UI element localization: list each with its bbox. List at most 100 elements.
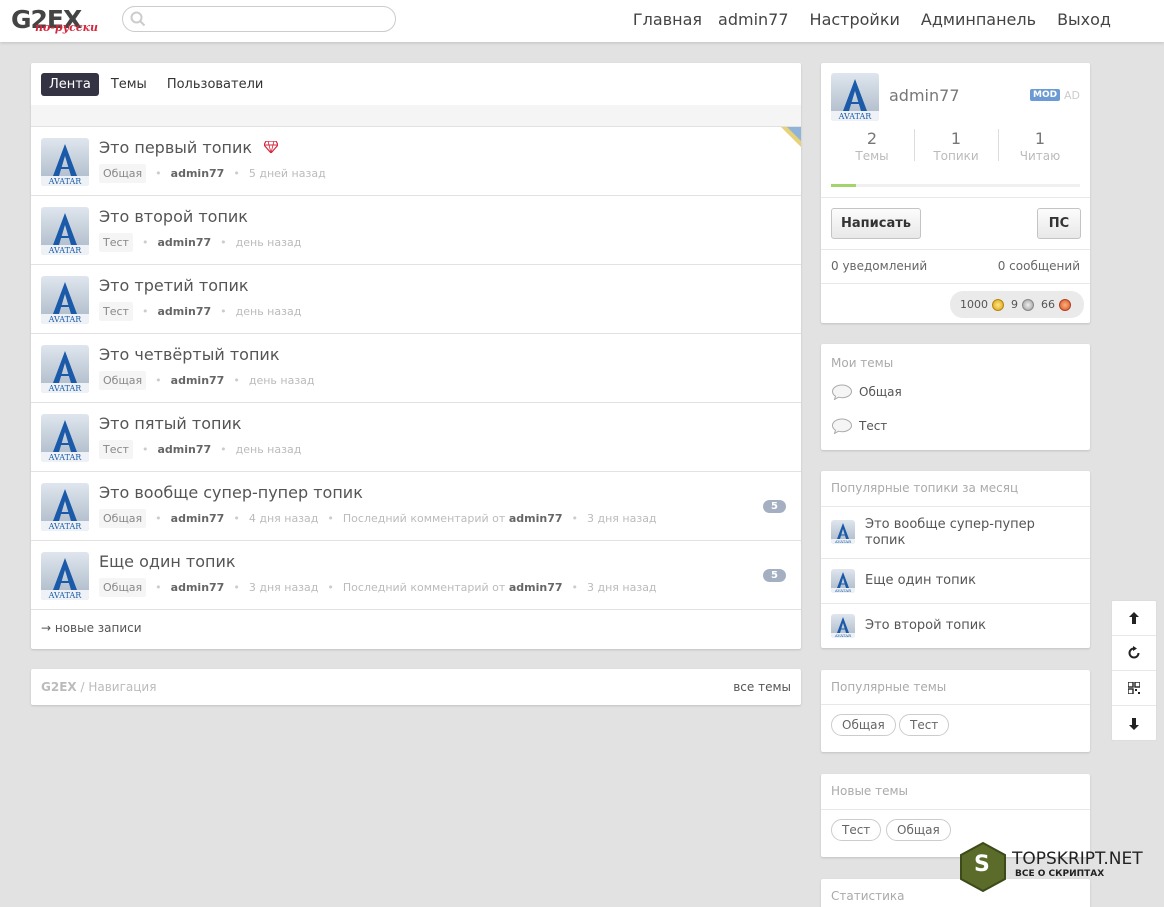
topic-title[interactable]: Это третий топик	[99, 276, 249, 295]
node-tag[interactable]: Тест	[831, 819, 882, 841]
last-reply-author[interactable]: admin77	[509, 512, 563, 525]
author-link[interactable]: admin77	[171, 374, 225, 387]
stat-label: Темы	[855, 149, 889, 163]
last-reply-label: Последний комментарий от	[342, 581, 506, 594]
write-button[interactable]: Написать	[831, 208, 921, 239]
author-avatar[interactable]: AVATAR	[41, 138, 89, 186]
node-tag[interactable]: Общая	[99, 509, 147, 528]
tab-nodes[interactable]: Темы	[103, 73, 155, 96]
author-link[interactable]: admin77	[171, 167, 225, 180]
scroll-bottom-button[interactable]	[1112, 706, 1156, 741]
watermark-text: TOPSKRIPT.NET	[1012, 849, 1143, 869]
stat-nodes[interactable]: 2 Темы	[830, 129, 914, 163]
nav-settings[interactable]: Настройки	[810, 10, 900, 29]
new-posts-link[interactable]: → новые записи	[41, 621, 142, 635]
tab-feed[interactable]: Лента	[41, 73, 99, 96]
watermark-sub: ВСЕ О СКРИПТАХ	[1015, 869, 1105, 879]
stat-value: 1	[1034, 129, 1046, 148]
nav-logout[interactable]: Выход	[1057, 10, 1111, 29]
search-box[interactable]	[122, 6, 396, 32]
popular-topic-item[interactable]: AVATAR Еще один топик	[821, 558, 1090, 603]
svg-text:AVATAR: AVATAR	[838, 112, 873, 121]
svg-text:AVATAR: AVATAR	[48, 246, 83, 255]
nav-profile[interactable]: admin77	[718, 10, 789, 29]
author-avatar[interactable]: AVATAR	[41, 414, 89, 462]
topic-title[interactable]: Еще один топик	[99, 552, 236, 571]
node-tag[interactable]: Общая	[886, 819, 951, 841]
popular-topic-item[interactable]: AVATAR Это второй топик	[821, 603, 1090, 648]
topic-row[interactable]: AVATAR Еще один топик Общая • admin77 • 3 дня …	[31, 541, 801, 610]
user-avatar[interactable]: AVATAR	[831, 73, 879, 121]
topic-row[interactable]: AVATAR Это четвёртый топик Общая • admin77 • д…	[31, 334, 801, 403]
refresh-icon	[1128, 646, 1140, 659]
node-tag[interactable]: Общая	[99, 578, 147, 597]
topic-row[interactable]: AVATAR Это первый топик Общая • admin77 • 5 дн…	[31, 127, 801, 196]
popular-topic-title[interactable]: Это второй топик	[865, 618, 986, 634]
topic-meta: Общая • admin77 • день назад	[99, 371, 315, 390]
refresh-button[interactable]	[1112, 636, 1156, 671]
author-avatar[interactable]: AVATAR	[41, 483, 89, 531]
my-node-item[interactable]: Тест	[831, 418, 887, 434]
search-input[interactable]	[151, 9, 387, 29]
author-link[interactable]: admin77	[157, 305, 211, 318]
widget-title: Новые темы	[831, 784, 909, 798]
tab-users[interactable]: Пользователи	[159, 73, 272, 96]
author-avatar[interactable]: AVATAR	[41, 552, 89, 600]
popular-topic-item[interactable]: AVATAR Это вообще супер-пупер топик	[821, 506, 1090, 558]
topic-title[interactable]: Это вообще супер-пупер топик	[99, 483, 363, 502]
last-reply-author[interactable]: admin77	[509, 581, 563, 594]
meta-separator: •	[141, 443, 149, 456]
topic-row[interactable]: AVATAR Это третий топик Тест • admin77 • день …	[31, 265, 801, 334]
balance[interactable]: 1000 9 66	[950, 291, 1084, 318]
logo[interactable]: G2EX по-русски	[11, 5, 107, 35]
stat-following[interactable]: 1 Читаю	[998, 129, 1082, 163]
topic-meta: Тест • admin77 • день назад	[99, 233, 301, 252]
topic-title[interactable]: Это второй топик	[99, 207, 248, 226]
meta-separator: •	[327, 512, 334, 525]
author-avatar[interactable]: AVATAR	[41, 207, 89, 255]
nav-sep: /	[76, 680, 89, 694]
popular-topic-title[interactable]: Это вообще супер-пупер топик	[865, 517, 1065, 549]
messages-link[interactable]: 0 сообщений	[998, 259, 1080, 273]
popular-topics-card: Популярные топики за месяц AVATAR Это во…	[821, 471, 1090, 648]
topic-row[interactable]: AVATAR Это пятый топик Тест • admin77 • день н…	[31, 403, 801, 472]
node-tag[interactable]: Общая	[99, 371, 147, 390]
svg-text:AVATAR: AVATAR	[48, 384, 83, 393]
nav-brand[interactable]: G2EX	[41, 680, 77, 694]
node-tag[interactable]: Тест	[99, 233, 133, 252]
author-link[interactable]: admin77	[171, 581, 225, 594]
node-tag[interactable]: Общая	[831, 714, 896, 736]
author-link[interactable]: admin77	[157, 443, 211, 456]
topic-title[interactable]: Это четвёртый топик	[99, 345, 279, 364]
node-tag[interactable]: Тест	[99, 440, 133, 459]
notifications-link[interactable]: 0 уведомлений	[831, 259, 927, 273]
popular-topic-title[interactable]: Еще один топик	[865, 573, 976, 589]
feed-tabs: Лента Темы Пользователи	[41, 73, 271, 96]
reply-count-badge[interactable]: 5	[763, 569, 786, 582]
meta-separator: •	[327, 581, 334, 594]
topic-row[interactable]: AVATAR Это вообще супер-пупер топик Общая •…	[31, 472, 801, 541]
nav-admin[interactable]: Админпанель	[921, 10, 1036, 29]
author-link[interactable]: admin77	[157, 236, 211, 249]
topic-meta: Тест • admin77 • день назад	[99, 440, 301, 459]
node-tag[interactable]: Тест	[899, 714, 950, 736]
scroll-top-button[interactable]	[1112, 601, 1156, 636]
author-avatar[interactable]: AVATAR	[41, 345, 89, 393]
bronze-amount: 66	[1041, 298, 1055, 311]
stat-topics[interactable]: 1 Топики	[914, 129, 998, 163]
profile-username[interactable]: admin77	[889, 86, 960, 105]
qr-code-button[interactable]	[1112, 671, 1156, 706]
all-nodes-link[interactable]: все темы	[733, 680, 791, 694]
node-tag[interactable]: Общая	[99, 164, 147, 183]
node-tag[interactable]: Тест	[99, 302, 133, 321]
nav-home[interactable]: Главная	[633, 10, 702, 29]
my-node-item[interactable]: Общая	[831, 384, 902, 400]
pm-button[interactable]: ПС	[1037, 208, 1081, 239]
topic-title[interactable]: Это первый топик	[99, 138, 252, 157]
author-link[interactable]: admin77	[171, 512, 225, 525]
reply-count-badge[interactable]: 5	[763, 500, 786, 513]
topic-row[interactable]: AVATAR Это второй топик Тест • admin77 • день …	[31, 196, 801, 265]
topic-title[interactable]: Это пятый топик	[99, 414, 242, 433]
divider	[821, 283, 1090, 284]
author-avatar[interactable]: AVATAR	[41, 276, 89, 324]
